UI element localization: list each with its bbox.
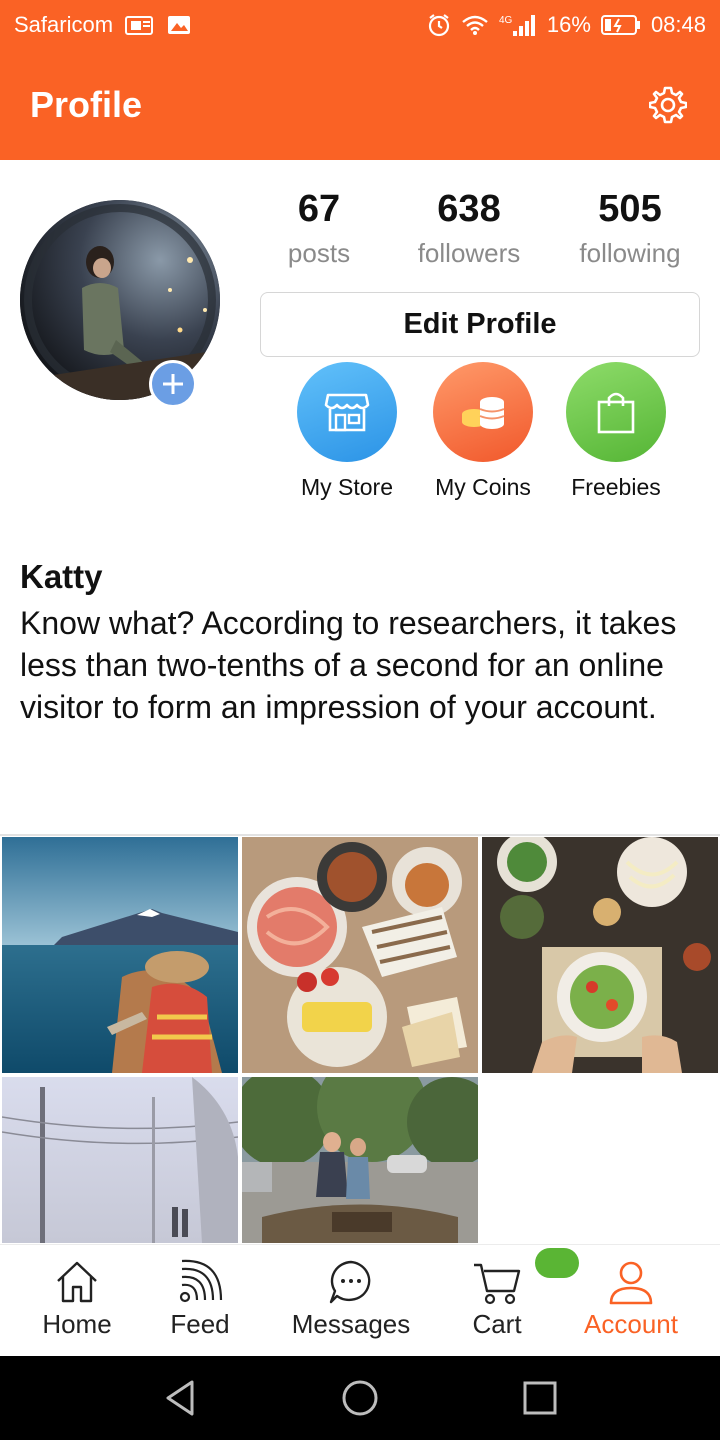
clock: 08:48 bbox=[650, 12, 706, 37]
stat-label: followers bbox=[417, 238, 521, 268]
back-icon[interactable] bbox=[158, 1376, 202, 1420]
nav-label: Feed bbox=[170, 1309, 230, 1339]
stat-label: posts bbox=[287, 238, 351, 268]
wifi-icon bbox=[461, 14, 489, 36]
nav-cart[interactable]: Cart bbox=[452, 1245, 542, 1357]
freebies-button[interactable]: Freebies bbox=[546, 362, 686, 501]
divider bbox=[0, 834, 720, 836]
battery-percent: 16% bbox=[546, 12, 591, 37]
post-thumbnail[interactable] bbox=[482, 837, 718, 1073]
feed-icon bbox=[177, 1257, 223, 1307]
signal-icon: 4G bbox=[499, 13, 537, 37]
page-title: Profile bbox=[30, 84, 143, 125]
quick-action-label: My Coins bbox=[435, 474, 531, 500]
quick-action-label: My Store bbox=[300, 474, 394, 500]
nav-label: Cart bbox=[472, 1309, 522, 1339]
stat-followers[interactable]: 638 followers bbox=[389, 186, 549, 274]
home-circle-icon[interactable] bbox=[338, 1376, 382, 1420]
svg-text:4G: 4G bbox=[499, 15, 513, 26]
settings-button[interactable] bbox=[646, 83, 690, 127]
bottom-nav: Home Feed Messages Cart Account bbox=[0, 1244, 720, 1356]
profile-bio: Katty Know what? According to researcher… bbox=[20, 556, 710, 728]
stat-label: following bbox=[579, 238, 681, 268]
profile-stats: 67 posts 638 followers 505 following bbox=[260, 186, 700, 274]
post-thumbnail[interactable] bbox=[242, 837, 478, 1073]
recents-icon[interactable] bbox=[518, 1376, 562, 1420]
stat-following[interactable]: 505 following bbox=[560, 186, 700, 274]
nav-messages[interactable]: Messages bbox=[276, 1245, 426, 1357]
stat-value: 638 bbox=[437, 188, 501, 230]
nav-home[interactable]: Home bbox=[22, 1245, 132, 1357]
home-icon bbox=[54, 1257, 100, 1307]
battery-icon bbox=[600, 14, 641, 36]
chat-bubble-icon bbox=[327, 1257, 375, 1307]
nav-feed[interactable]: Feed bbox=[150, 1245, 250, 1357]
coins-icon bbox=[433, 362, 533, 462]
carrier-name: Safaricom bbox=[14, 12, 114, 37]
post-thumbnail[interactable] bbox=[2, 837, 238, 1073]
edit-profile-button[interactable]: Edit Profile bbox=[260, 292, 700, 357]
add-photo-button[interactable] bbox=[149, 360, 197, 408]
status-bar: Safaricom 4G 16% 08:48 bbox=[0, 0, 720, 50]
cart-icon bbox=[472, 1257, 522, 1307]
stat-value: 505 bbox=[598, 188, 662, 230]
bio-text: Know what? According to researchers, it … bbox=[20, 605, 677, 725]
my-coins-button[interactable]: My Coins bbox=[413, 362, 553, 501]
sim-card-icon bbox=[125, 14, 155, 36]
cart-badge bbox=[535, 1248, 579, 1278]
system-nav-bar bbox=[0, 1356, 720, 1440]
app-bar: Profile bbox=[0, 50, 720, 160]
stat-value: 67 bbox=[297, 188, 341, 230]
post-thumbnail[interactable] bbox=[2, 1077, 238, 1243]
user-icon bbox=[607, 1257, 655, 1307]
nav-account[interactable]: Account bbox=[570, 1245, 692, 1357]
quick-action-label: Freebies bbox=[571, 474, 661, 500]
shopping-bag-icon bbox=[566, 362, 666, 462]
nav-label: Account bbox=[584, 1309, 678, 1339]
gear-icon bbox=[649, 86, 687, 124]
nav-label: Home bbox=[42, 1309, 112, 1339]
store-icon bbox=[297, 362, 397, 462]
my-store-button[interactable]: My Store bbox=[277, 362, 417, 501]
image-icon bbox=[167, 14, 191, 36]
plus-icon bbox=[163, 374, 183, 394]
profile-name: Katty bbox=[20, 558, 103, 595]
nav-label: Messages bbox=[291, 1309, 411, 1339]
post-thumbnail[interactable] bbox=[242, 1077, 478, 1243]
alarm-icon bbox=[427, 13, 451, 37]
stat-posts[interactable]: 67 posts bbox=[260, 186, 378, 274]
